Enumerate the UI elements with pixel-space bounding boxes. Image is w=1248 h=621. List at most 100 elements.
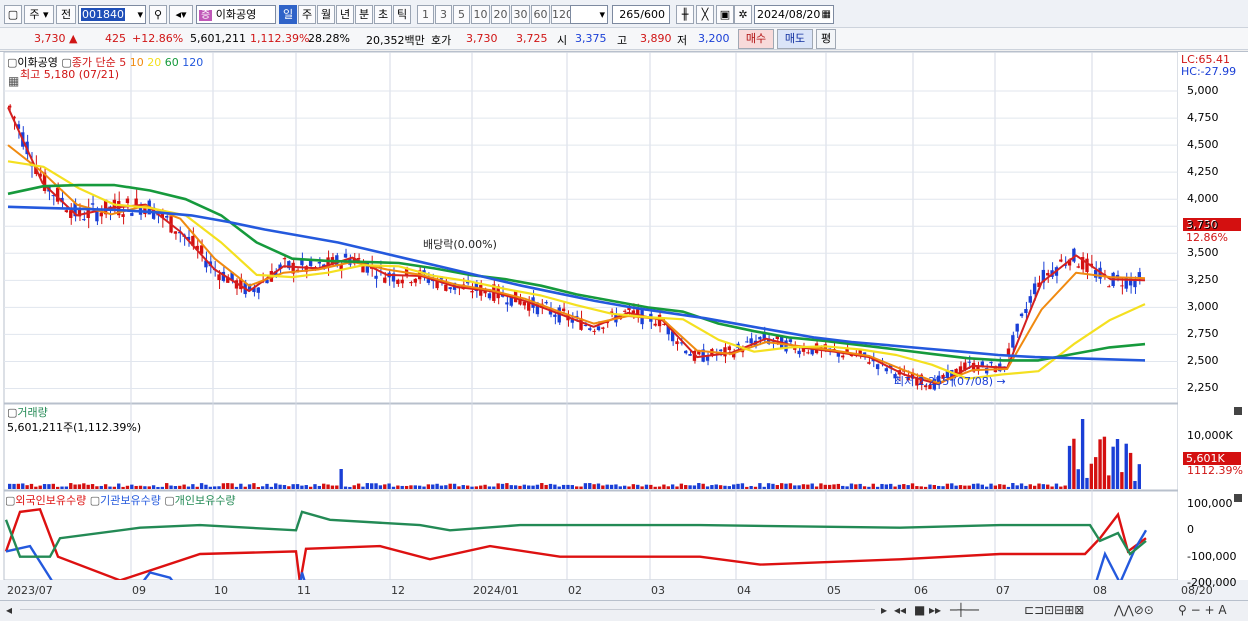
tab-2[interactable]: 월: [317, 5, 335, 24]
tab-4[interactable]: 분: [355, 5, 373, 24]
candle-body: [1032, 283, 1037, 295]
interval-button-1[interactable]: 1: [417, 5, 434, 24]
volume-bar: [758, 483, 762, 489]
volume-bar: [1019, 483, 1024, 489]
holding-tick-label: 100,000: [1187, 497, 1233, 510]
buy-button[interactable]: 매수: [738, 29, 774, 49]
volume-bar: [902, 484, 906, 489]
candle-body: [522, 301, 527, 306]
volume-bar: [644, 484, 649, 489]
chart-area[interactable]: ▢이화공영 ▢종가 단순 5 10 20 60 120 최고 5,180 (07…: [0, 51, 1248, 600]
volume-bar: [832, 484, 836, 489]
price-tick-label: 3,750: [1187, 219, 1219, 233]
volume-bar: [553, 484, 557, 489]
scroll-track[interactable]: [20, 609, 875, 610]
volume-close-icon[interactable]: [1234, 407, 1242, 415]
candle-icon[interactable]: ╫: [676, 5, 694, 24]
volume-bar: [875, 486, 880, 489]
chart-scroll-bar[interactable]: ◂ ▸ ◂◂ ■ ▸▸ ─┼── ⊏⊐⊡⊟⊞⊠ ⋀⋀⊘⊙ ⚲ − + A: [0, 600, 1248, 621]
volume-bar: [500, 483, 505, 489]
speaker-icon[interactable]: ◂▾: [169, 5, 193, 24]
volume-bar: [291, 484, 295, 489]
volume-bar: [915, 486, 919, 489]
x-axis-label: 2024/01: [473, 584, 519, 597]
ma-period-120: 120: [178, 56, 204, 69]
price-tick-label: 3,250: [1187, 273, 1219, 287]
rewind-icon[interactable]: ◂◂: [894, 603, 906, 617]
holding-close-icon[interactable]: [1234, 494, 1242, 502]
volume-bar: [889, 483, 893, 489]
interval-input[interactable]: ▾: [570, 5, 608, 24]
interval-button-30[interactable]: 30: [511, 5, 530, 24]
volume-bar: [42, 484, 47, 489]
candle-body: [470, 290, 474, 293]
cross-icon[interactable]: ╳: [696, 5, 714, 24]
tab-3[interactable]: 년: [336, 5, 354, 24]
volume-bar: [1015, 485, 1019, 489]
scroll-left-icon[interactable]: ◂: [6, 603, 12, 617]
ma-periods: 5 10 20 60 120: [119, 56, 203, 69]
candle-body: [884, 368, 889, 372]
volume-bar: [117, 483, 121, 489]
volume-bar: [90, 484, 95, 489]
volume-bar: [684, 485, 688, 489]
volume-bar: [910, 483, 915, 489]
interval-button-60[interactable]: 60: [531, 5, 550, 24]
search-icon[interactable]: ⚲: [149, 5, 167, 24]
tab-5[interactable]: 초: [374, 5, 392, 24]
save-icon[interactable]: ▣: [716, 5, 734, 24]
sell-button[interactable]: 매도: [777, 29, 813, 49]
candle-body: [173, 231, 178, 234]
window-icon[interactable]: ▢: [4, 5, 22, 24]
tab-6[interactable]: 틱: [393, 5, 411, 24]
volume-bar: [535, 484, 540, 489]
interval-button-20[interactable]: 20: [491, 5, 510, 24]
zoom-slider-icon[interactable]: ─┼──: [950, 603, 979, 617]
volume-bar: [1137, 464, 1141, 489]
stock-name-field[interactable]: 증 이화공영: [196, 5, 276, 24]
grid-icon[interactable]: ▦: [8, 74, 19, 88]
volume-bar: [479, 485, 483, 489]
candle-body: [121, 214, 125, 217]
candle-body: [165, 216, 169, 218]
volume-bar: [230, 483, 234, 489]
volume-bar: [147, 486, 151, 489]
candle-body: [788, 339, 793, 343]
tab-1[interactable]: 주: [298, 5, 316, 24]
volume-bar: [579, 486, 583, 489]
candle-body: [343, 253, 348, 258]
volume-bar: [165, 483, 169, 489]
candle-body: [989, 361, 993, 364]
draw-icon[interactable]: ⋀⋀⊘⊙: [1114, 603, 1154, 617]
eval-button[interactable]: 평: [816, 29, 836, 49]
high-value: 3,890: [640, 32, 672, 45]
date-input[interactable]: 2024/08/20 ▦: [754, 5, 834, 24]
prev-button[interactable]: 전: [56, 5, 76, 24]
candle-body: [505, 302, 509, 305]
count-value: 265: [619, 8, 641, 21]
zoom-icon[interactable]: ⚲ − + A: [1178, 603, 1227, 617]
period-type-select[interactable]: 주 ▾: [24, 5, 54, 24]
volume-bar: [1028, 484, 1032, 489]
forward-icon[interactable]: ▸▸: [929, 603, 941, 617]
interval-button-10[interactable]: 10: [471, 5, 490, 24]
candle-body: [784, 340, 788, 352]
scroll-right-icon[interactable]: ▸: [881, 603, 887, 617]
chart-canvas: [0, 52, 1248, 600]
volume-bar: [1002, 484, 1006, 489]
interval-button-5[interactable]: 5: [453, 5, 470, 24]
gear-icon[interactable]: ✲: [734, 5, 752, 24]
date-value: 2024/08/20: [757, 8, 821, 21]
stock-code-input[interactable]: 001840 ▾: [78, 5, 146, 24]
volume-bar: [417, 485, 422, 489]
volume-bar: [614, 484, 618, 489]
change-pct: +12.86%: [132, 32, 184, 45]
stop-icon[interactable]: ■: [914, 603, 925, 617]
volume-bar: [880, 483, 884, 489]
volume-bar: [1046, 484, 1050, 489]
interval-button-3[interactable]: 3: [435, 5, 452, 24]
tools-icon[interactable]: ⊏⊐⊡⊟⊞⊠: [1024, 603, 1084, 617]
volume-bar: [989, 483, 993, 489]
count-field[interactable]: 265/600: [612, 5, 670, 24]
tab-0[interactable]: 일: [279, 5, 297, 24]
